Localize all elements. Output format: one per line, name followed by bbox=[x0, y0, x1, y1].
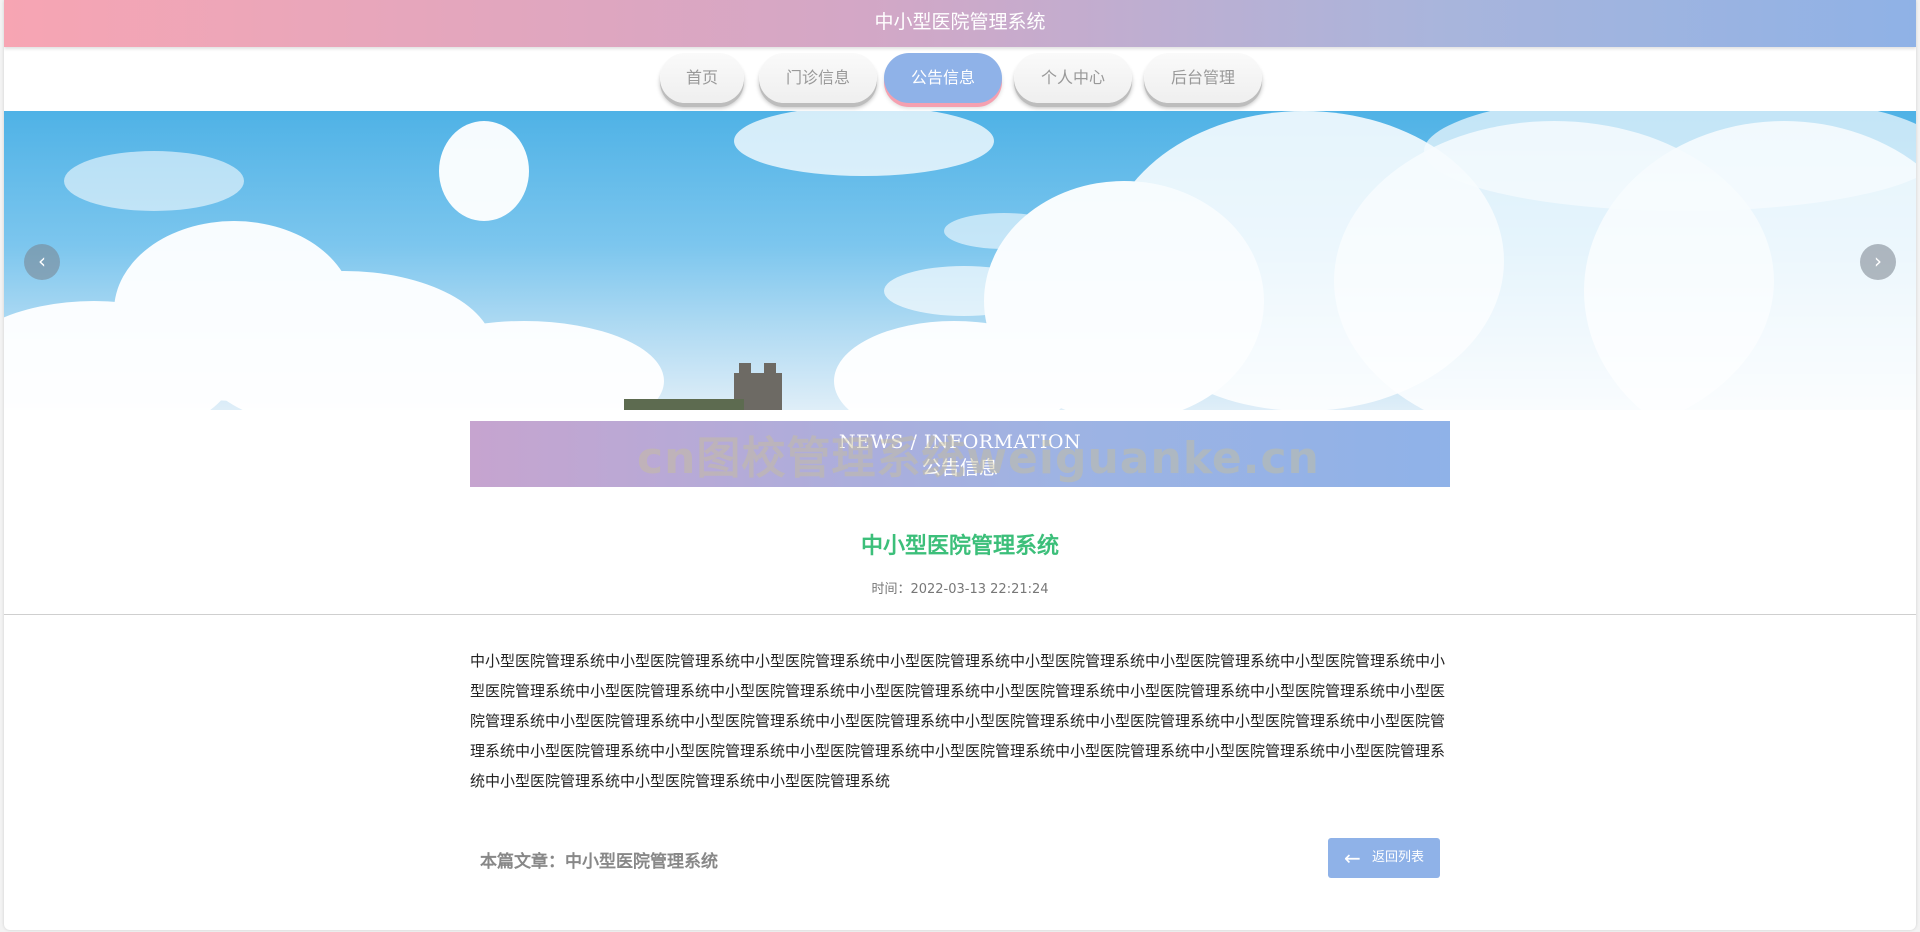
app-title: 中小型医院管理系统 bbox=[874, 11, 1046, 33]
banner-image bbox=[4, 111, 1916, 410]
arrow-left-icon: ← bbox=[1344, 846, 1361, 870]
nav-item-home[interactable]: 首页 bbox=[660, 53, 744, 103]
watermark: cn图校管理系统weiguanke.cn bbox=[637, 433, 1320, 484]
back-button-label: 返回列表 bbox=[1372, 850, 1425, 865]
chevron-right-icon: › bbox=[1874, 249, 1882, 273]
main-nav: 首页 门诊信息 公告信息 个人中心 后台管理 bbox=[4, 53, 1916, 109]
time-value: 2022-03-13 22:21:24 bbox=[910, 582, 1049, 597]
nav-item-notice[interactable]: 公告信息 bbox=[884, 53, 1002, 103]
article-time: 时间：2022-03-13 22:21:24 bbox=[4, 578, 1916, 597]
back-to-list-button[interactable]: ← 返回列表 bbox=[1328, 838, 1440, 878]
nav-item-clinic[interactable]: 门诊信息 bbox=[759, 53, 877, 103]
app-header: 中小型医院管理系统 bbox=[4, 0, 1916, 47]
banner-prev-button[interactable]: ‹ bbox=[24, 244, 60, 280]
divider bbox=[4, 614, 1916, 615]
current-article-label: 本篇文章：中小型医院管理系统 bbox=[480, 852, 718, 872]
banner-next-button[interactable]: › bbox=[1860, 244, 1896, 280]
chevron-left-icon: ‹ bbox=[38, 249, 46, 273]
nav-item-admin[interactable]: 后台管理 bbox=[1144, 53, 1262, 103]
article-title: 中小型医院管理系统 bbox=[860, 534, 1059, 559]
page-frame: 中小型医院管理系统 首页 门诊信息 公告信息 个人中心 后台管理 ‹ › NEW… bbox=[4, 0, 1916, 930]
banner-carousel[interactable]: ‹ › bbox=[4, 111, 1916, 410]
time-label: 时间： bbox=[871, 582, 911, 597]
article-body: 中小型医院管理系统中小型医院管理系统中小型医院管理系统中小型医院管理系统中小型医… bbox=[470, 652, 1446, 790]
nav-item-profile[interactable]: 个人中心 bbox=[1014, 53, 1132, 103]
